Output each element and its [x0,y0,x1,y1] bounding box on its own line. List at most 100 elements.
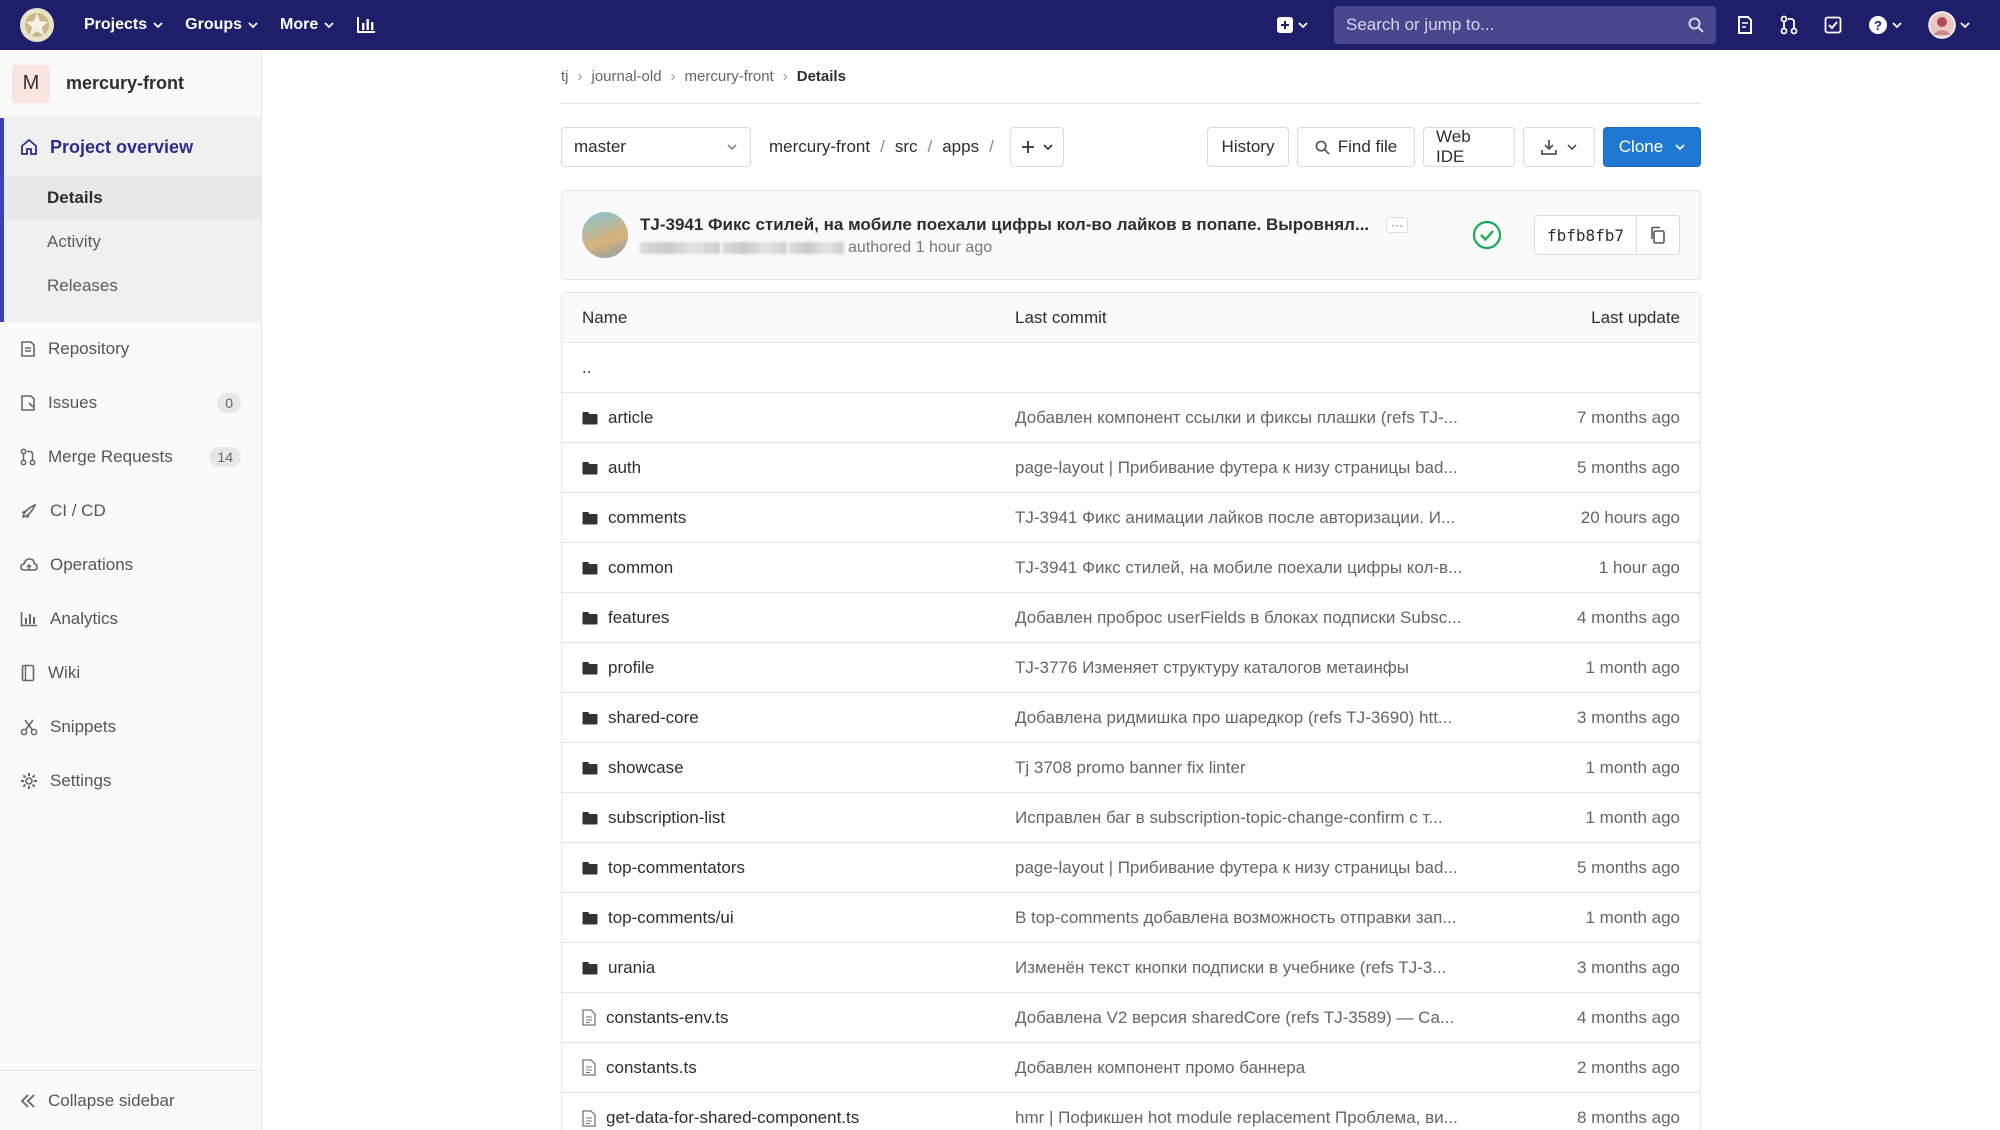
parent-directory-row[interactable]: .. [562,343,1700,393]
table-row[interactable]: article Добавлен компонент ссылки и фиксы… [562,393,1700,443]
sidebar-subitem-activity[interactable]: Activity [4,220,261,264]
sidebar-item-snippets[interactable]: Snippets [0,700,261,754]
last-commit-message[interactable]: Исправлен баг в subscription-topic-chang… [1015,808,1495,828]
commit-expand-button[interactable]: ··· [1386,216,1409,233]
sidebar-subitem-details[interactable]: Details [4,176,261,220]
find-file-button[interactable]: Find file [1297,127,1415,167]
todos-nav-icon[interactable] [1824,16,1842,34]
sidebar-item-ci-cd[interactable]: CI / CD [0,484,261,538]
last-commit-message[interactable]: Добавлена ридмишка про шаредкор (refs TJ… [1015,708,1495,728]
file-name-link[interactable]: profile [608,658,654,678]
gitlab-logo-icon[interactable] [18,6,56,44]
last-commit-message[interactable]: TJ-3941 Фикс анимации лайков после автор… [1015,508,1495,528]
file-name-link[interactable]: features [608,608,669,628]
table-row[interactable]: auth page-layout | Прибивание футера к ни… [562,443,1700,493]
commit-title[interactable]: TJ-3941 Фикс стилей, на мобиле поехали ц… [640,215,1369,234]
new-dropdown[interactable] [1276,16,1308,34]
sidebar-item-project-overview[interactable]: Project overview [4,118,261,176]
last-commit-message[interactable]: Добавлен компонент промо баннера [1015,1058,1495,1078]
add-to-tree-dropdown[interactable] [1009,127,1064,167]
sidebar-item-settings[interactable]: Settings [0,754,261,808]
commit-sha[interactable]: fbfb8fb7 [1535,216,1637,254]
table-row[interactable]: features Добавлен проброс userFields в бл… [562,593,1700,643]
issues-nav-icon[interactable] [1736,15,1754,35]
file-name-link[interactable]: constants.ts [606,1058,697,1078]
analytics-nav-icon[interactable] [356,16,376,34]
table-row[interactable]: common TJ-3941 Фикс стилей, на мобиле пое… [562,543,1700,593]
path-segment[interactable]: src [895,137,918,157]
parent-directory-link[interactable]: .. [582,358,591,378]
breadcrumb-link[interactable]: journal-old [592,68,662,85]
cloud-icon [20,558,38,571]
file-name-link[interactable]: top-commentators [608,858,745,878]
file-name-link[interactable]: comments [608,508,686,528]
last-commit-message[interactable]: hmr | Пофикшен hot module replacement Пр… [1015,1108,1495,1128]
nav-more[interactable]: More [280,16,334,34]
table-row[interactable]: urania Изменён текст кнопки подписки в уч… [562,943,1700,993]
file-name-link[interactable]: get-data-for-shared-component.ts [606,1108,859,1128]
search-icon [1688,17,1704,33]
file-name-link[interactable]: showcase [608,758,684,778]
file-name-link[interactable]: subscription-list [608,808,725,828]
table-row[interactable]: top-comments/ui В top-comments добавлена … [562,893,1700,943]
breadcrumb-link[interactable]: mercury-front [685,68,774,85]
search-input[interactable]: Search or jump to... [1334,6,1716,44]
sidebar-subitem-releases[interactable]: Releases [4,264,261,308]
commit-author-avatar[interactable] [582,212,628,258]
sidebar-item-operations[interactable]: Operations [0,538,261,592]
nav-groups[interactable]: Groups [185,16,258,34]
sidebar-item-repository[interactable]: Repository [0,322,261,376]
last-commit-message[interactable]: page-layout | Прибивание футера к низу с… [1015,858,1495,878]
collapse-sidebar-button[interactable]: Collapse sidebar [0,1070,261,1130]
history-button[interactable]: History [1207,127,1289,167]
chart-icon [20,612,37,627]
table-row[interactable]: subscription-list Исправлен баг в subscri… [562,793,1700,843]
file-name-link[interactable]: constants-env.ts [606,1008,729,1028]
file-name-link[interactable]: common [608,558,673,578]
last-commit-message[interactable]: page-layout | Прибивание футера к низу с… [1015,458,1495,478]
file-icon [582,1059,596,1076]
file-name-link[interactable]: auth [608,458,641,478]
branch-select[interactable]: master [561,127,751,167]
table-row[interactable]: shared-core Добавлена ридмишка про шаредк… [562,693,1700,743]
table-row[interactable]: constants.ts Добавлен компонент промо бан… [562,1043,1700,1093]
sidebar-item-analytics[interactable]: Analytics [0,592,261,646]
path-segment[interactable]: mercury-front [769,137,870,157]
sidebar-item-issues[interactable]: Issues 0 [0,376,261,430]
file-name-link[interactable]: top-comments/ui [608,908,734,928]
table-row[interactable]: showcase Tj 3708 promo banner fix linter 1… [562,743,1700,793]
file-name-cell: comments [582,508,1015,528]
file-name-link[interactable]: shared-core [608,708,699,728]
web-ide-button[interactable]: Web IDE [1423,127,1515,167]
last-commit-message[interactable]: Tj 3708 promo banner fix linter [1015,758,1495,778]
table-row[interactable]: get-data-for-shared-component.ts hmr | По… [562,1093,1700,1130]
user-menu-dropdown[interactable] [1928,11,1970,39]
file-name-link[interactable]: urania [608,958,655,978]
last-commit-message[interactable]: Изменён текст кнопки подписки в учебнике… [1015,958,1495,978]
pipeline-status-icon[interactable] [1472,220,1502,250]
last-commit-message[interactable]: Добавлен проброс userFields в блоках под… [1015,608,1495,628]
sidebar-project-header[interactable]: M mercury-front [0,50,261,118]
last-commit-message[interactable]: Добавлен компонент ссылки и фиксы плашки… [1015,408,1495,428]
path-segment[interactable]: apps [942,137,979,157]
help-dropdown[interactable]: ? [1868,15,1902,35]
copy-sha-button[interactable] [1637,216,1679,254]
breadcrumb-link[interactable]: tj [561,68,569,85]
table-row[interactable]: comments TJ-3941 Фикс анимации лайков пос… [562,493,1700,543]
merge-request-nav-icon[interactable] [1780,15,1798,35]
table-row[interactable]: constants-env.ts Добавлена V2 версия shar… [562,993,1700,1043]
breadcrumb-current[interactable]: Details [797,68,846,85]
file-name-cell: constants.ts [582,1058,1015,1078]
last-commit-message[interactable]: Добавлена V2 версия sharedCore (refs TJ-… [1015,1008,1495,1028]
last-commit-message[interactable]: TJ-3776 Изменяет структуру каталогов мет… [1015,658,1495,678]
clone-dropdown-button[interactable]: Clone [1603,127,1701,167]
download-dropdown[interactable] [1523,127,1595,167]
sidebar-item-wiki[interactable]: Wiki [0,646,261,700]
last-commit-message[interactable]: В top-comments добавлена возможность отп… [1015,908,1495,928]
file-name-link[interactable]: article [608,408,653,428]
sidebar-item-merge-requests[interactable]: Merge Requests 14 [0,430,261,484]
table-row[interactable]: top-commentators page-layout | Прибивание… [562,843,1700,893]
last-commit-message[interactable]: TJ-3941 Фикс стилей, на мобиле поехали ц… [1015,558,1495,578]
nav-projects[interactable]: Projects [84,16,163,34]
table-row[interactable]: profile TJ-3776 Изменяет структуру катало… [562,643,1700,693]
